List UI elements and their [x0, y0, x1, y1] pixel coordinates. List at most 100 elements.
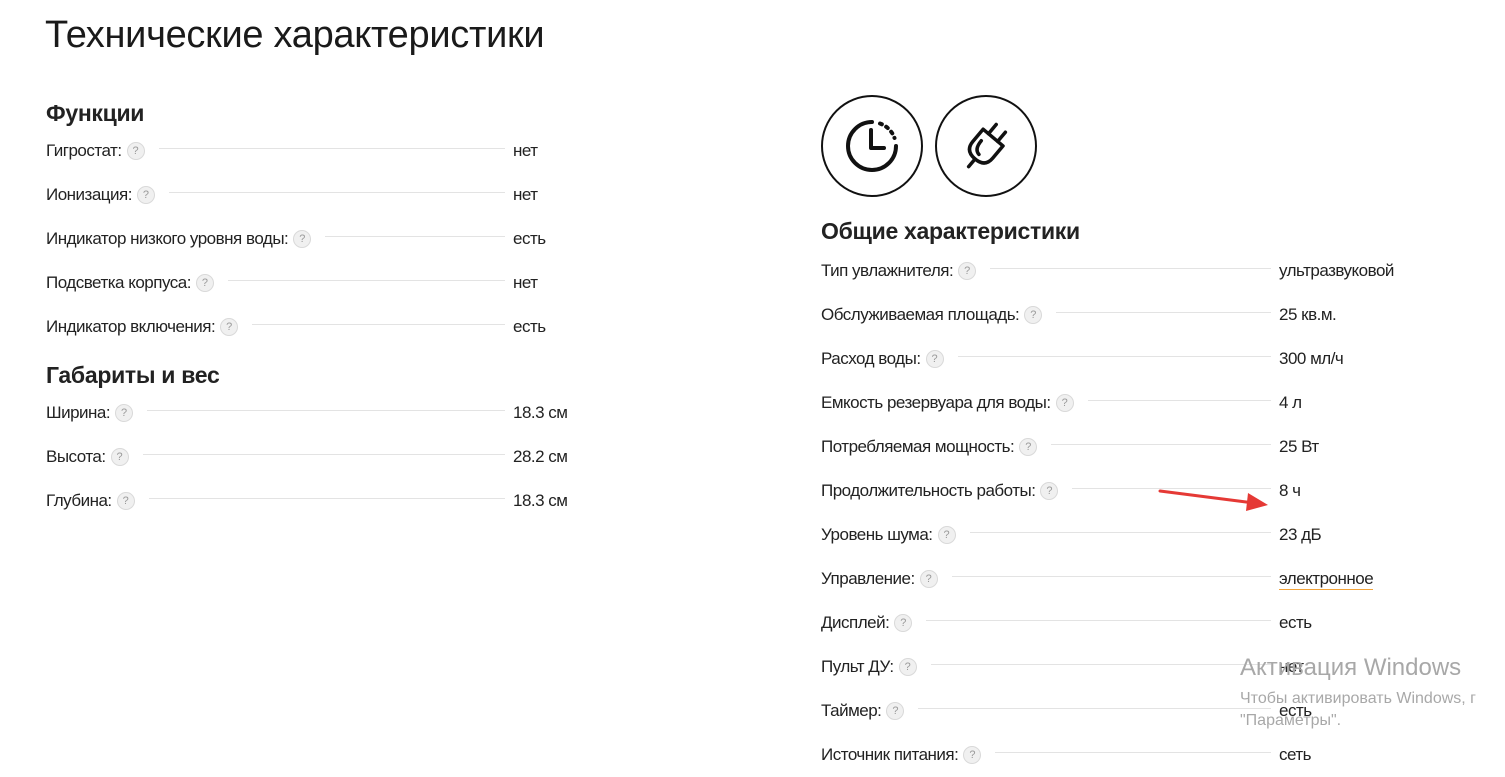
leader-line — [142, 454, 505, 455]
spec-label: Обслуживаемая площадь: — [821, 305, 1020, 324]
spec-value: 28.2 см — [513, 447, 568, 466]
spec-value: нет — [513, 141, 538, 160]
leader-line — [158, 148, 505, 149]
spec-label: Уровень шума: — [821, 525, 933, 544]
spec-row-control: Управление: ? электронное — [821, 557, 1505, 601]
spec-value: сеть — [1279, 745, 1312, 764]
help-icon[interactable]: ? — [894, 614, 913, 632]
spec-row-remote: Пульт ДУ: ? нет — [821, 645, 1505, 689]
general-list: Тип увлажнителя: ? ультразвуковой Обслуж… — [821, 249, 1505, 777]
spec-value-link[interactable]: электронное — [1279, 569, 1505, 590]
help-icon[interactable]: ? — [110, 448, 129, 466]
spec-row-power: Потребляемая мощность: ? 25 Вт — [821, 425, 1505, 469]
spec-row-hygrostat: Гигростат: ? нет — [46, 129, 571, 173]
help-icon[interactable]: ? — [1040, 482, 1059, 500]
spec-value: 18.3 см — [513, 403, 568, 422]
spec-label: Индикатор низкого уровня воды: — [46, 229, 289, 248]
spec-row-width: Ширина: ? 18.3 см — [46, 391, 571, 435]
control-type-link[interactable]: электронное — [1279, 569, 1374, 590]
leader-line — [1087, 400, 1271, 401]
help-icon[interactable]: ? — [919, 570, 938, 588]
spec-label: Дисплей: — [821, 613, 890, 632]
leader-line — [1051, 444, 1271, 445]
spec-value: 23 дБ — [1279, 525, 1322, 544]
help-icon[interactable]: ? — [1024, 306, 1043, 324]
section-title-dimensions: Габариты и вес — [46, 362, 220, 388]
help-icon[interactable]: ? — [1055, 394, 1074, 412]
spec-row-height: Высота: ? 28.2 см — [46, 435, 571, 479]
help-icon[interactable]: ? — [925, 350, 944, 368]
spec-label: Гигростат: — [46, 141, 122, 160]
leader-line — [969, 532, 1271, 533]
spec-label: Расход воды: — [821, 349, 921, 368]
leader-line — [168, 192, 505, 193]
spec-value: 300 мл/ч — [1279, 349, 1344, 368]
spec-label: Управление: — [821, 569, 915, 588]
spec-value: нет — [1279, 657, 1304, 676]
spec-label: Тип увлажнителя: — [821, 261, 954, 280]
leader-line — [995, 752, 1271, 753]
spec-row-ionization: Ионизация: ? нет — [46, 173, 571, 217]
spec-row-body-backlight: Подсветка корпуса: ? нет — [46, 261, 571, 305]
spec-value: есть — [513, 317, 546, 336]
section-title-general: Общие характеристики — [821, 218, 1080, 244]
spec-value: ультразвуковой — [1279, 261, 1394, 280]
page-title: Технические характеристики — [45, 14, 545, 56]
spec-label: Емкость резервуара для воды: — [821, 393, 1051, 412]
leader-line — [147, 410, 505, 411]
help-icon[interactable]: ? — [136, 186, 155, 204]
spec-value: нет — [513, 273, 538, 292]
spec-value: есть — [1279, 613, 1312, 632]
timer-icon[interactable] — [821, 95, 923, 197]
section-title-functions: Функции — [46, 100, 145, 126]
annotation-arrow — [1158, 489, 1268, 511]
left-column: Функции Гигростат: ? нет Ионизация: ? не… — [46, 95, 571, 523]
help-icon[interactable]: ? — [293, 230, 312, 248]
leader-line — [1056, 312, 1271, 313]
spec-value: 8 ч — [1279, 481, 1301, 500]
spec-label: Индикатор включения: — [46, 317, 216, 336]
right-column: Общие характеристики Тип увлажнителя: ? … — [821, 95, 1505, 777]
spec-label: Потребляемая мощность: — [821, 437, 1015, 456]
leader-line — [325, 236, 505, 237]
dimensions-list: Ширина: ? 18.3 см Высота: ? 28.2 см Глуб… — [46, 391, 571, 523]
spec-value: 18.3 см — [513, 491, 568, 510]
spec-row-noise-level: Уровень шума: ? 23 дБ — [821, 513, 1505, 557]
help-icon[interactable]: ? — [898, 658, 917, 676]
leader-line — [951, 576, 1271, 577]
help-icon[interactable]: ? — [886, 702, 905, 720]
spec-label: Ширина: — [46, 403, 111, 422]
help-icon[interactable]: ? — [963, 746, 982, 764]
help-icon[interactable]: ? — [115, 404, 134, 422]
spec-row-water-consumption: Расход воды: ? 300 мл/ч — [821, 337, 1505, 381]
help-icon[interactable]: ? — [116, 492, 135, 510]
help-icon[interactable]: ? — [220, 318, 239, 336]
spec-label: Глубина: — [46, 491, 112, 510]
power-plug-icon[interactable] — [935, 95, 1037, 197]
spec-value: есть — [1279, 701, 1312, 720]
spec-label: Источник питания: — [821, 745, 959, 764]
spec-value: 25 Вт — [1279, 437, 1319, 456]
spec-row-low-water-indicator: Индикатор низкого уровня воды: ? есть — [46, 217, 571, 261]
spec-row-display: Дисплей: ? есть — [821, 601, 1505, 645]
spec-value: есть — [513, 229, 546, 248]
leader-line — [926, 620, 1271, 621]
help-icon[interactable]: ? — [1019, 438, 1038, 456]
help-icon[interactable]: ? — [195, 274, 214, 292]
spec-value: 4 л — [1279, 393, 1302, 412]
spec-label: Ионизация: — [46, 185, 132, 204]
leader-line — [227, 280, 505, 281]
leader-line — [252, 324, 505, 325]
spec-row-humidifier-type: Тип увлажнителя: ? ультразвуковой — [821, 249, 1505, 293]
spec-row-area: Обслуживаемая площадь: ? 25 кв.м. — [821, 293, 1505, 337]
functions-list: Гигростат: ? нет Ионизация: ? нет Индика… — [46, 129, 571, 349]
help-icon[interactable]: ? — [126, 142, 145, 160]
spec-label: Пульт ДУ: — [821, 657, 894, 676]
spec-label: Высота: — [46, 447, 106, 466]
leader-line — [957, 356, 1271, 357]
spec-row-power-source: Источник питания: ? сеть — [821, 733, 1505, 777]
help-icon[interactable]: ? — [958, 262, 977, 280]
leader-line — [148, 498, 505, 499]
feature-icons — [821, 95, 1505, 203]
help-icon[interactable]: ? — [937, 526, 956, 544]
